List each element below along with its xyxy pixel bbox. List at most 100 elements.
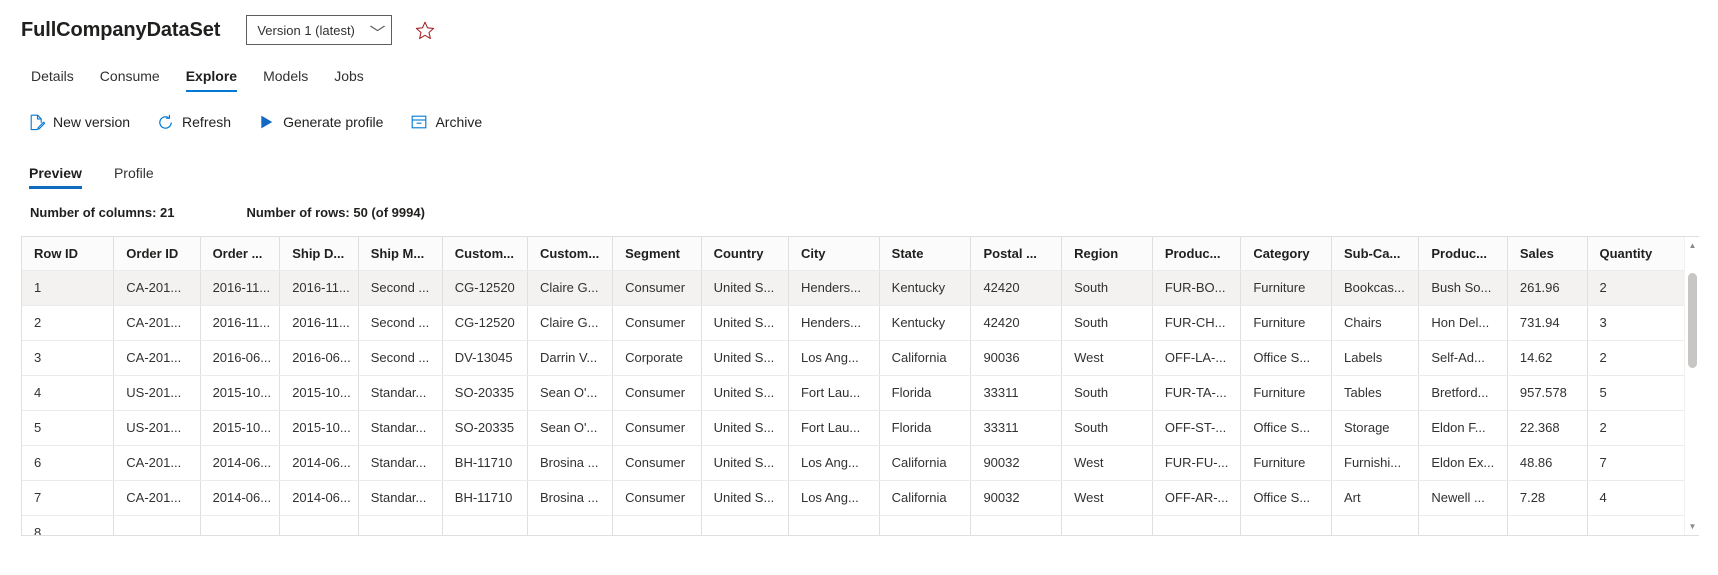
table-cell: 90036 [970,340,1063,376]
table-cell: FUR-CH... [1152,305,1242,341]
table-cell: 42420 [970,270,1063,306]
table-cell: Standar... [358,410,443,446]
column-header[interactable]: Postal ... [970,237,1063,271]
table-row[interactable]: 4 US-201... 2015-10... 2015-10... Standar...… [22,375,1685,411]
table-row[interactable]: 8 [22,515,1685,535]
table-cell: South [1061,410,1153,446]
table-row[interactable]: 2 CA-201... 2016-11... 2016-11... Second ...… [22,305,1685,341]
column-header[interactable]: Produc... [1418,237,1508,271]
column-header[interactable]: State [879,237,972,271]
tab-models[interactable]: Models [250,68,321,92]
table-cell: Office S... [1240,480,1332,516]
table-cell: DV-13045 [442,340,528,376]
table-cell: Sean O'... [527,375,614,411]
tab-explore[interactable]: Explore [173,68,250,92]
column-header[interactable]: Custom... [442,237,528,271]
table-cell: 2 [22,305,115,341]
column-header[interactable]: Sales [1507,237,1588,271]
table-cell: 2014-06... [279,445,359,481]
table-cell: Art [1331,480,1420,516]
column-count: Number of columns: 21 [30,205,175,220]
table-cell: Los Ang... [788,480,880,516]
table-cell: Darrin V... [527,340,614,376]
table-cell: Henders... [788,270,880,306]
table-cell: Storage [1331,410,1420,446]
tab-profile[interactable]: Profile [106,165,162,189]
page-title: FullCompanyDataSet [21,18,221,41]
table-cell: Brosina ... [527,445,614,481]
table-cell: 7 [1587,445,1685,481]
table-cell: Chairs [1331,305,1420,341]
table-cell: Consumer [612,305,702,341]
table-cell: 2015-10... [200,375,281,411]
table-cell: Hon Del... [1418,305,1508,341]
table-row[interactable]: 1 CA-201... 2016-11... 2016-11... Second ...… [22,270,1685,306]
table-row[interactable]: 3 CA-201... 2016-06... 2016-06... Second ...… [22,340,1685,376]
column-header[interactable]: Country [701,237,789,271]
table-cell [1061,515,1153,535]
column-header[interactable]: Produc... [1152,237,1242,271]
table-cell: Los Ang... [788,340,880,376]
column-header[interactable]: Row ID [22,237,115,271]
scroll-up-icon[interactable]: ▲ [1685,238,1699,253]
scrollbar-thumb[interactable] [1688,273,1697,368]
table-cell: Furnishi... [1331,445,1420,481]
column-header[interactable]: Ship D... [279,237,359,271]
table-cell: Henders... [788,305,880,341]
table-cell: CA-201... [113,340,201,376]
table-cell [1507,515,1588,535]
table-cell: 8 [22,515,115,535]
generate-profile-button[interactable]: Generate profile [254,109,393,136]
table-cell: Second ... [358,270,443,306]
archive-button[interactable]: Archive [406,109,492,136]
table-cell: BH-11710 [442,480,528,516]
table-cell: 33311 [970,375,1063,411]
column-header[interactable]: Sub-Ca... [1331,237,1420,271]
table-cell: 42420 [970,305,1063,341]
table-cell: United S... [701,270,789,306]
table-cell: Consumer [612,270,702,306]
refresh-button[interactable]: Refresh [153,109,241,136]
column-header[interactable]: Custom... [527,237,614,271]
table-cell: 2016-06... [200,340,281,376]
table-cell: Second ... [358,340,443,376]
table-cell: 5 [1587,375,1685,411]
table-cell: 2 [1587,410,1685,446]
tab-details[interactable]: Details [21,68,87,92]
dataset-stats: Number of columns: 21 Number of rows: 50… [0,205,1718,220]
column-header[interactable]: Order ... [200,237,281,271]
table-cell: Claire G... [527,270,614,306]
column-header[interactable]: Region [1061,237,1153,271]
column-header[interactable]: Category [1240,237,1332,271]
table-cell: 2 [1587,340,1685,376]
table-cell [200,515,281,535]
table-row[interactable]: 5 US-201... 2015-10... 2015-10... Standar...… [22,410,1685,446]
table-cell: Furniture [1240,445,1332,481]
column-header[interactable]: Segment [612,237,702,271]
tab-consume[interactable]: Consume [87,68,173,92]
table-header-row: Row ID Order ID Order ... Ship D... Ship M..… [22,237,1685,271]
column-header[interactable]: Quantity [1587,237,1685,271]
favorite-star-icon[interactable] [414,19,436,41]
scroll-down-icon[interactable]: ▼ [1685,519,1699,534]
table-cell: Furniture [1240,270,1332,306]
table-cell [970,515,1063,535]
table-cell: 2016-11... [200,270,281,306]
version-dropdown[interactable]: Version 1 (latest) [246,15,393,45]
table-cell: California [879,480,972,516]
table-cell: United S... [701,445,789,481]
column-header[interactable]: Order ID [113,237,201,271]
tab-jobs[interactable]: Jobs [321,68,377,92]
column-header[interactable]: City [788,237,880,271]
new-version-button[interactable]: New version [24,109,140,136]
table-cell: Furniture [1240,375,1332,411]
table-row[interactable]: 6 CA-201... 2014-06... 2014-06... Standar...… [22,445,1685,481]
vertical-scrollbar[interactable]: ▲ ▼ [1684,237,1699,535]
table-cell [879,515,972,535]
tab-preview[interactable]: Preview [24,165,90,189]
table-cell: Claire G... [527,305,614,341]
table-row[interactable]: 7 CA-201... 2014-06... 2014-06... Standar...… [22,480,1685,516]
table-cell: 2016-11... [200,305,281,341]
table-cell: Consumer [612,480,702,516]
column-header[interactable]: Ship M... [358,237,443,271]
